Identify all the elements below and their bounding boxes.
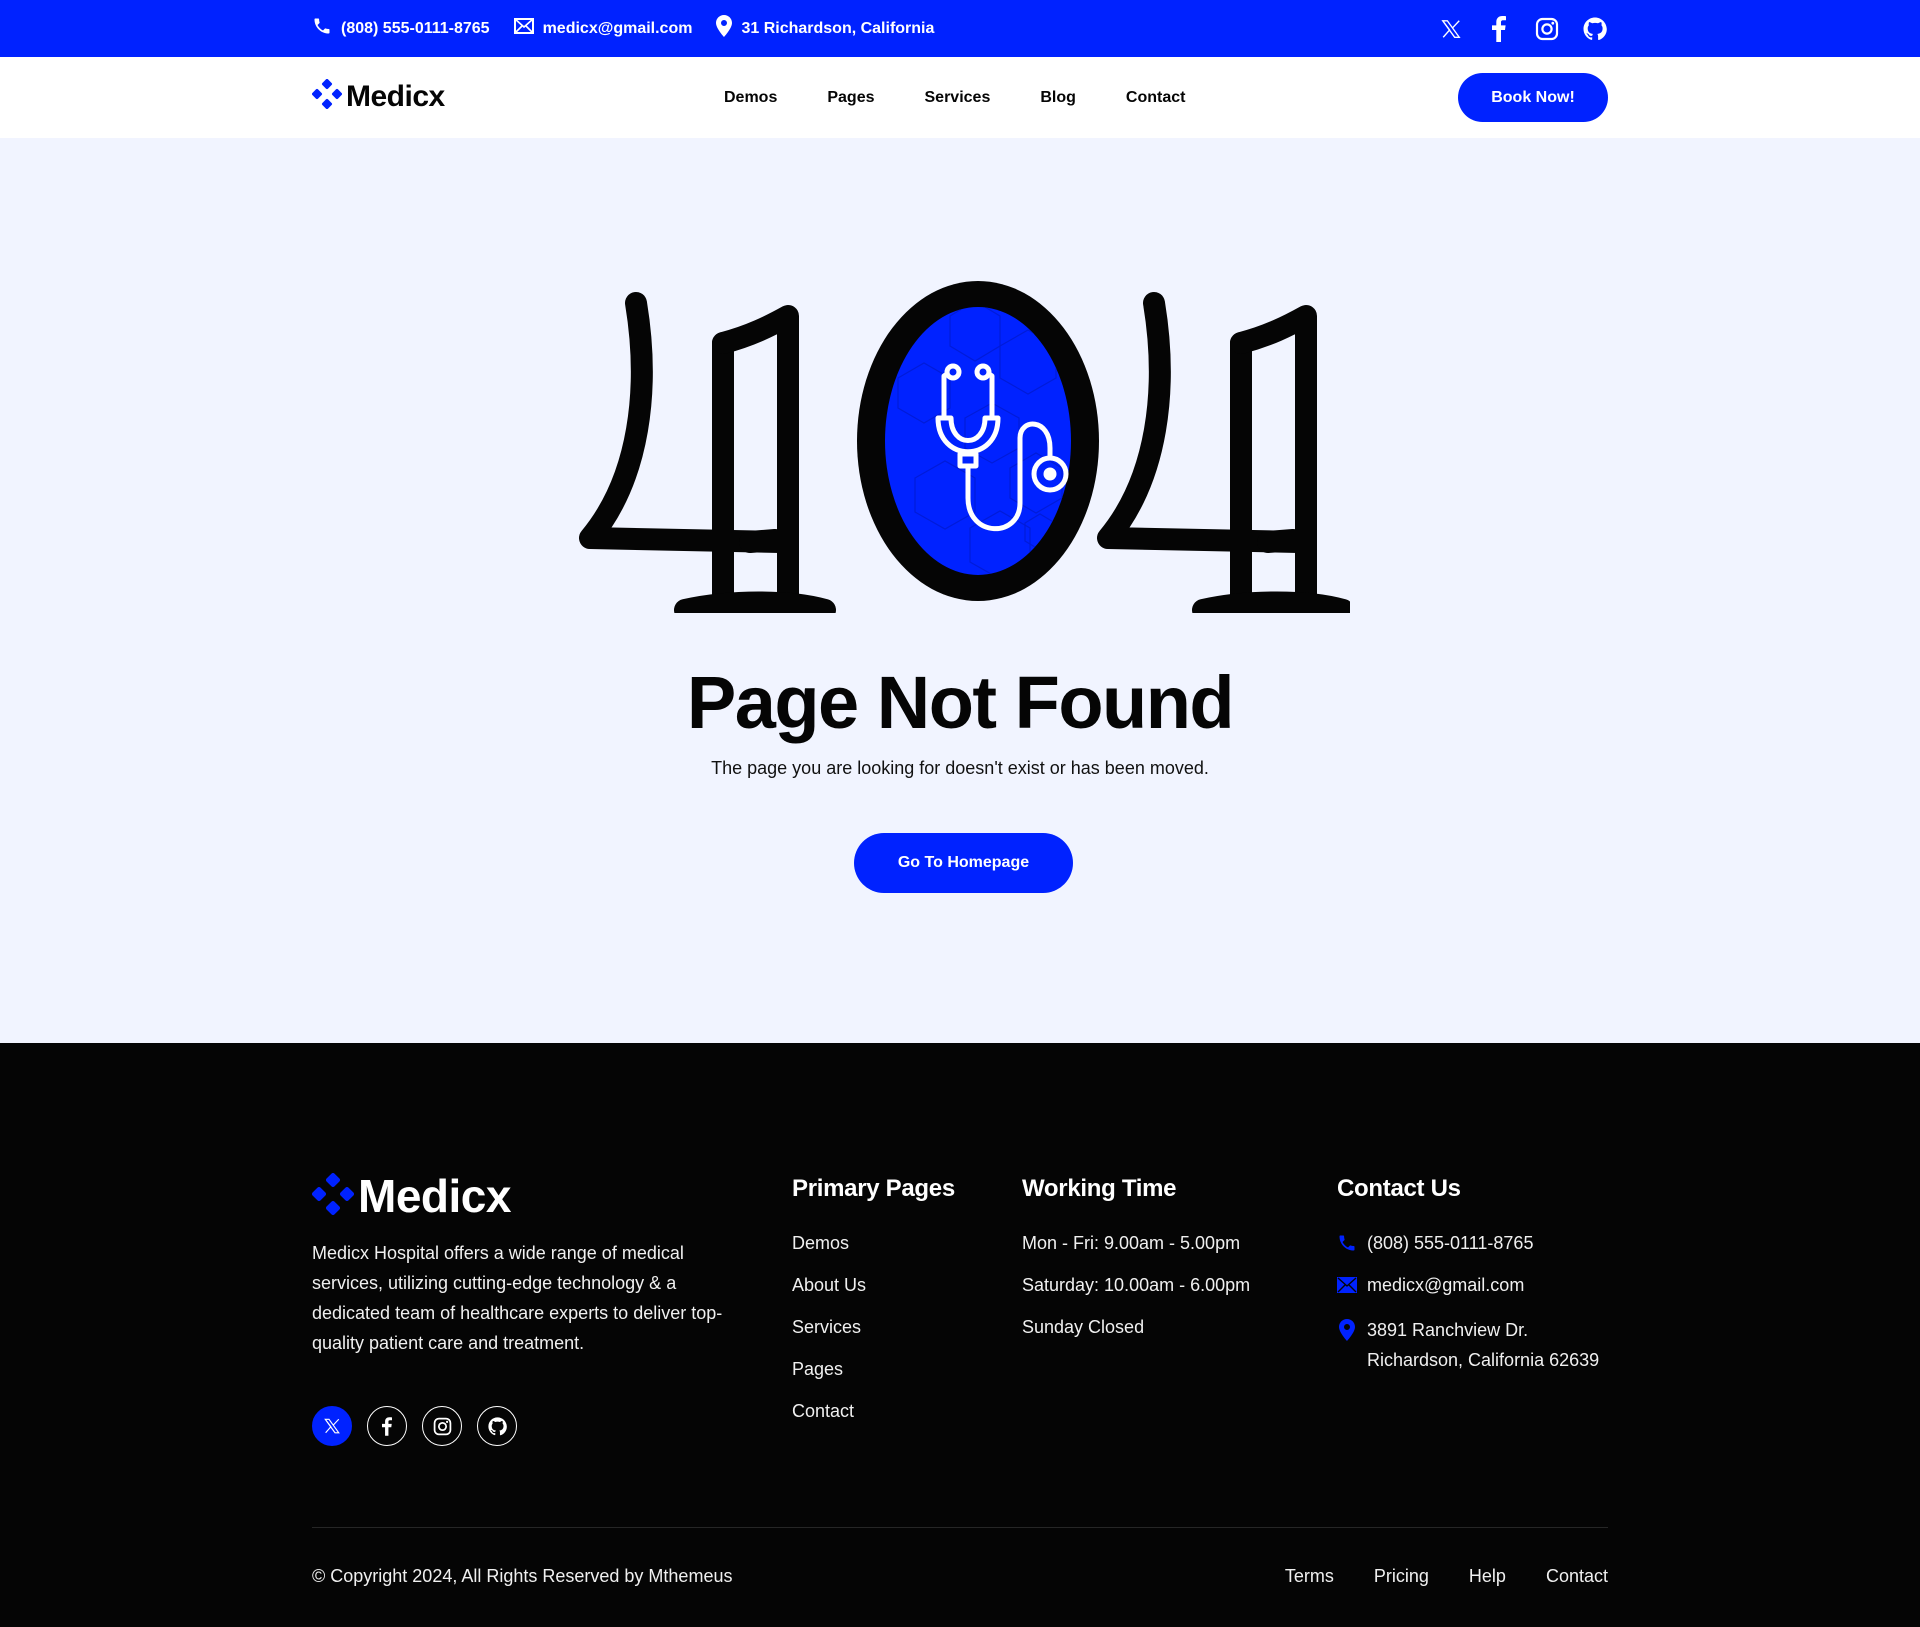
phone-icon [312, 16, 332, 41]
nav-links: Demos Pages Services Blog Contact [724, 57, 1185, 138]
github-icon[interactable] [1582, 16, 1608, 42]
mail-icon [513, 18, 534, 39]
footer-instagram-button[interactable] [422, 1406, 462, 1446]
footer-social-links [312, 1406, 517, 1446]
nav-link-contact[interactable]: Contact [1126, 89, 1186, 107]
top-social-links [1438, 0, 1608, 57]
top-phone[interactable]: (808) 555-0111-8765 [312, 16, 490, 41]
top-address: 31 Richardson, California [716, 15, 934, 42]
mail-icon [1337, 1273, 1357, 1297]
footer-contact-us: Contact Us (808) 555-0111-8765 medicx@gm… [1337, 1175, 1599, 1375]
go-to-homepage-button[interactable]: Go To Homepage [854, 833, 1073, 893]
footer-link-pages[interactable]: Pages [792, 1359, 843, 1379]
top-address-text: 31 Richardson, California [741, 19, 935, 37]
main-navbar: Medicx Demos Pages Services Blog Contact… [0, 57, 1920, 138]
footer-facebook-button[interactable] [367, 1406, 407, 1446]
footer-logo[interactable]: Medicx [311, 1169, 511, 1223]
footer-logo-text: Medicx [358, 1170, 511, 1222]
copyright-text: © Copyright 2024, All Rights Reserved by… [312, 1566, 733, 1586]
footer-github-button[interactable] [477, 1406, 517, 1446]
logo-text: Medicx [346, 79, 445, 113]
footer-link-help[interactable]: Help [1469, 1566, 1506, 1587]
footer-working-time-heading: Working Time [1022, 1175, 1177, 1202]
error-404-illustration [579, 281, 1350, 613]
footer-link-contact-bottom[interactable]: Contact [1546, 1566, 1608, 1587]
github-icon [487, 1416, 507, 1435]
facebook-icon [382, 1416, 392, 1436]
footer-contact-heading: Contact Us [1337, 1175, 1461, 1202]
footer-contact-address: 3891 Ranchview Dr. Richardson, Californi… [1337, 1315, 1599, 1375]
x-twitter-icon [324, 1418, 340, 1434]
address-line-2: Richardson, California 62639 [1367, 1350, 1600, 1370]
nav-link-services[interactable]: Services [925, 89, 991, 107]
working-hours-saturday: Saturday: 10.00am - 6.00pm [1022, 1275, 1251, 1295]
digit-zero-stethoscope [857, 281, 1099, 601]
top-phone-text: (808) 555-0111-8765 [341, 19, 490, 37]
footer-primary-pages: Primary Pages Demos About Us Services Pa… [792, 1175, 955, 1441]
address-line-1: 3891 Ranchview Dr. [1367, 1320, 1529, 1340]
instagram-icon [433, 1417, 451, 1435]
nav-link-blog[interactable]: Blog [1040, 89, 1076, 107]
digit-four-left [579, 292, 836, 613]
footer-link-terms[interactable]: Terms [1285, 1566, 1334, 1587]
top-bar: (808) 555-0111-8765 medicx@gmail.com 31 … [0, 0, 1920, 57]
footer-divider [312, 1527, 1608, 1528]
nav-link-demos[interactable]: Demos [724, 89, 777, 107]
footer-contact-email-text: medicx@gmail.com [1367, 1275, 1525, 1295]
footer-working-time: Working Time Mon - Fri: 9.00am - 5.00pm … [1022, 1175, 1250, 1357]
working-hours-sunday: Sunday Closed [1022, 1317, 1145, 1337]
digit-four-right [1097, 292, 1350, 613]
footer-link-services[interactable]: Services [792, 1317, 861, 1337]
footer-link-about-us[interactable]: About Us [792, 1275, 866, 1295]
logo-mark-icon [311, 78, 343, 114]
footer-link-demos[interactable]: Demos [792, 1233, 849, 1253]
instagram-icon[interactable] [1534, 16, 1560, 42]
footer-x-twitter-button[interactable] [312, 1406, 352, 1446]
page-subtitle: The page you are looking for doesn't exi… [711, 758, 1209, 778]
top-email-text: medicx@gmail.com [542, 19, 693, 37]
footer-contact-phone-text: (808) 555-0111-8765 [1367, 1233, 1534, 1253]
location-pin-icon [1337, 1315, 1357, 1345]
footer-contact-phone[interactable]: (808) 555-0111-8765 [1337, 1231, 1599, 1273]
footer-bottom-links: Terms Pricing Help Contact [1285, 1566, 1608, 1587]
footer-about-text: Medicx Hospital offers a wide range of m… [312, 1243, 723, 1353]
footer-contact-address-text: 3891 Ranchview Dr. Richardson, Californi… [1367, 1315, 1599, 1375]
nav-link-pages[interactable]: Pages [827, 89, 874, 107]
error-section: Page Not Found The page you are looking … [0, 138, 1920, 1043]
footer-primary-pages-heading: Primary Pages [792, 1175, 955, 1202]
top-email[interactable]: medicx@gmail.com [513, 18, 693, 39]
working-hours-weekdays: Mon - Fri: 9.00am - 5.00pm [1022, 1233, 1241, 1253]
x-twitter-icon[interactable] [1438, 16, 1464, 42]
book-now-button[interactable]: Book Now! [1458, 73, 1608, 122]
logo-mark-icon [311, 1172, 355, 1220]
facebook-icon[interactable] [1486, 15, 1512, 42]
page-title: Page Not Found [686, 661, 1235, 744]
footer-link-contact[interactable]: Contact [792, 1401, 854, 1421]
top-contact-info: (808) 555-0111-8765 medicx@gmail.com 31 … [312, 0, 934, 57]
phone-icon [1337, 1231, 1357, 1255]
footer-link-pricing[interactable]: Pricing [1374, 1566, 1429, 1587]
footer-contact-email[interactable]: medicx@gmail.com [1337, 1273, 1599, 1315]
location-pin-icon [716, 15, 733, 42]
footer: Medicx Medicx Hospital offers a wide ran… [0, 1043, 1920, 1627]
logo[interactable]: Medicx [311, 78, 445, 114]
